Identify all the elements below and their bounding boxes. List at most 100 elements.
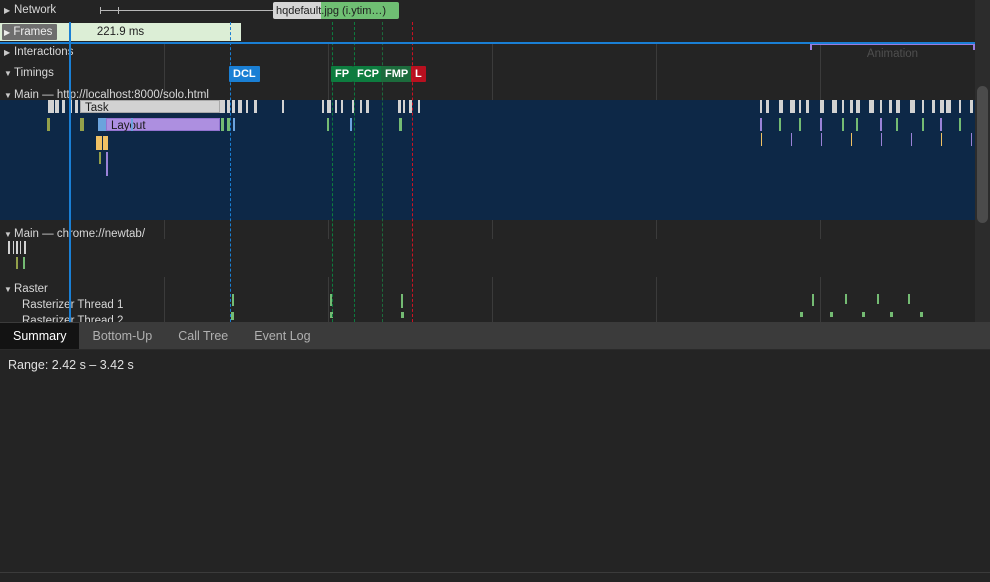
- chevron-down-icon[interactable]: ▼: [4, 279, 14, 300]
- track-header-main-newtab[interactable]: ▼ Main — chrome://newtab/: [0, 224, 145, 245]
- tab-event-log[interactable]: Event Log: [241, 323, 323, 349]
- track-header-interactions[interactable]: ▶ Interactions: [0, 42, 73, 63]
- flame-sliver-right-20: [959, 100, 961, 113]
- track-header-timings[interactable]: ▼ Timings: [0, 63, 54, 84]
- track-label-main-newtab: Main — chrome://newtab/: [14, 228, 146, 240]
- flame-sliver-right-7: [832, 100, 837, 113]
- flame-sliver-right-paint-10: [856, 118, 858, 131]
- main-thread-flamechart-newtab[interactable]: [0, 239, 990, 277]
- flame-sliver-right-9: [850, 100, 853, 113]
- raster2-event-5[interactable]: [862, 312, 865, 317]
- flame-sliver-right-18: [940, 100, 944, 113]
- network-request-label: hqdefault.jpg (i.ytim…): [276, 4, 387, 17]
- flame-sliver-right-12: [880, 100, 882, 113]
- raster2-event-2[interactable]: [401, 312, 404, 318]
- raster1-event-1[interactable]: [330, 294, 332, 306]
- raster1-event-4[interactable]: [845, 294, 847, 304]
- chevron-down-icon[interactable]: ▼: [4, 224, 14, 245]
- raster1-event-2[interactable]: [401, 294, 403, 308]
- raster2-event-1[interactable]: [330, 312, 333, 318]
- frame-duration-label: 221.9 ms: [96, 26, 145, 38]
- flame-sliver-blue-a: [233, 118, 235, 131]
- raster2-event-6[interactable]: [890, 312, 893, 317]
- track-frames[interactable]: 221.9 ms ▶ Frames: [0, 22, 990, 42]
- flame-event-layout[interactable]: Layout: [106, 118, 220, 132]
- flame-sliver-mid-4: [246, 100, 248, 113]
- flame-sliver-mid-0: [220, 100, 225, 113]
- track-header-main-solo[interactable]: ▼ Main — http://localhost:8000/solo.html: [0, 85, 209, 106]
- timing-marker-dcl[interactable]: DCL: [229, 66, 260, 82]
- network-tick-start: [100, 7, 101, 14]
- flame-sliver-parse: [98, 118, 106, 131]
- flame-sliver-mid-14: [398, 100, 401, 113]
- selection-start-line[interactable]: [69, 22, 71, 322]
- flame-sliver-right-4: [799, 100, 801, 113]
- timeline-flamechart[interactable]: hqdefault.jpg (i.ytim…) ▶ Network 221.9 m…: [0, 0, 990, 322]
- flame-sliver-right-15: [910, 100, 915, 113]
- flame-sliver-right-deep-9: [851, 133, 852, 146]
- tab-bottom-up[interactable]: Bottom-Up: [79, 323, 165, 349]
- flame-sliver-paint-d: [399, 118, 402, 131]
- timing-marker-fmp[interactable]: FMP: [381, 66, 413, 82]
- tab-call-tree[interactable]: Call Tree: [165, 323, 241, 349]
- raster2-event-7[interactable]: [920, 312, 923, 317]
- flame-sliver-right-paint-8: [842, 118, 844, 131]
- flame-sliver-mid-3: [238, 100, 242, 113]
- raster1-event-3[interactable]: [812, 294, 814, 306]
- flame-sliver-mid-5: [254, 100, 257, 113]
- raster2-event-0[interactable]: [231, 312, 234, 320]
- flame-sliver-right-11: [869, 100, 874, 113]
- flame-sliver-right-paint-2: [779, 118, 781, 131]
- flame-sliver-paint-b: [227, 118, 230, 131]
- flame-sliver-blue-c: [131, 118, 133, 131]
- track-header-frames[interactable]: ▶ Frames: [2, 24, 58, 40]
- flame-sliver-right-1: [766, 100, 769, 113]
- timeline-scrollbar[interactable]: [975, 0, 990, 322]
- timing-marker-l[interactable]: L: [411, 66, 426, 82]
- flame-sliver-right-14: [896, 100, 900, 113]
- chevron-down-icon[interactable]: ▼: [4, 85, 14, 106]
- chevron-right-icon[interactable]: ▶: [4, 28, 10, 37]
- flame-sliver-mid-7: [322, 100, 324, 113]
- track-label-rasterizer-1: Rasterizer Thread 1: [22, 299, 124, 311]
- timing-marker-fcp[interactable]: FCP: [353, 66, 383, 82]
- raster2-event-4[interactable]: [830, 312, 833, 317]
- flame-sliver-right-10: [856, 100, 860, 113]
- raster2-event-3[interactable]: [800, 312, 803, 317]
- raster1-event-5[interactable]: [877, 294, 879, 304]
- track-network[interactable]: hqdefault.jpg (i.ytim…) ▶ Network: [0, 0, 990, 22]
- raster1-event-0[interactable]: [232, 294, 234, 306]
- tab-summary[interactable]: Summary: [0, 323, 80, 349]
- flame-sliver-right-deep-12: [881, 133, 882, 146]
- flame-sliver-right-deep-3: [791, 133, 792, 146]
- chevron-right-icon[interactable]: ▶: [4, 42, 14, 63]
- flame-sliver-right-deep-21: [971, 133, 972, 146]
- flame-sliver-right-21: [970, 100, 973, 113]
- track-interactions[interactable]: Animation ▶ Interactions: [0, 42, 990, 63]
- track-timings[interactable]: ▼ Timings DCL FP FCP FMP L: [0, 63, 990, 85]
- track-header-network[interactable]: ▶ Network: [0, 0, 56, 21]
- devtools-performance-panel: hqdefault.jpg (i.ytim…) ▶ Network 221.9 m…: [0, 0, 990, 582]
- chevron-right-icon[interactable]: ▶: [4, 0, 14, 21]
- flame-sliver-right-paint-16: [922, 118, 924, 131]
- network-request-hqdefault[interactable]: hqdefault.jpg (i.ytim…): [273, 2, 399, 19]
- details-tabbar[interactable]: Summary Bottom-Up Call Tree Event Log: [0, 323, 990, 350]
- flame-sliver-right-6: [820, 100, 824, 113]
- chevron-down-icon[interactable]: ▼: [4, 63, 14, 84]
- track-label-main-solo: Main — http://localhost:8000/solo.html: [14, 89, 209, 101]
- timing-marker-fp[interactable]: FP: [331, 66, 354, 82]
- raster1-event-6[interactable]: [908, 294, 910, 304]
- flame-sliver-right-2: [779, 100, 783, 113]
- network-request-timing-bar: [100, 10, 275, 11]
- flame-sliver-right-paint-4: [799, 118, 801, 131]
- flame-sliver-mid-17: [418, 100, 420, 113]
- main-thread-flamechart-solo[interactable]: Task Layout: [0, 100, 990, 220]
- flame-sliver-right-8: [842, 100, 844, 113]
- flame-sliver-right-paint-14: [896, 118, 898, 131]
- timeline-scrollbar-thumb[interactable]: [977, 86, 988, 223]
- flame-sliver-mid-6: [282, 100, 284, 113]
- range-label: Range: 2.42 s – 3.42 s: [8, 358, 134, 372]
- flame-sliver-left-b: [80, 118, 84, 131]
- flame-sliver-right-paint-6: [820, 118, 822, 131]
- flame-sliver-mid-16: [409, 100, 412, 113]
